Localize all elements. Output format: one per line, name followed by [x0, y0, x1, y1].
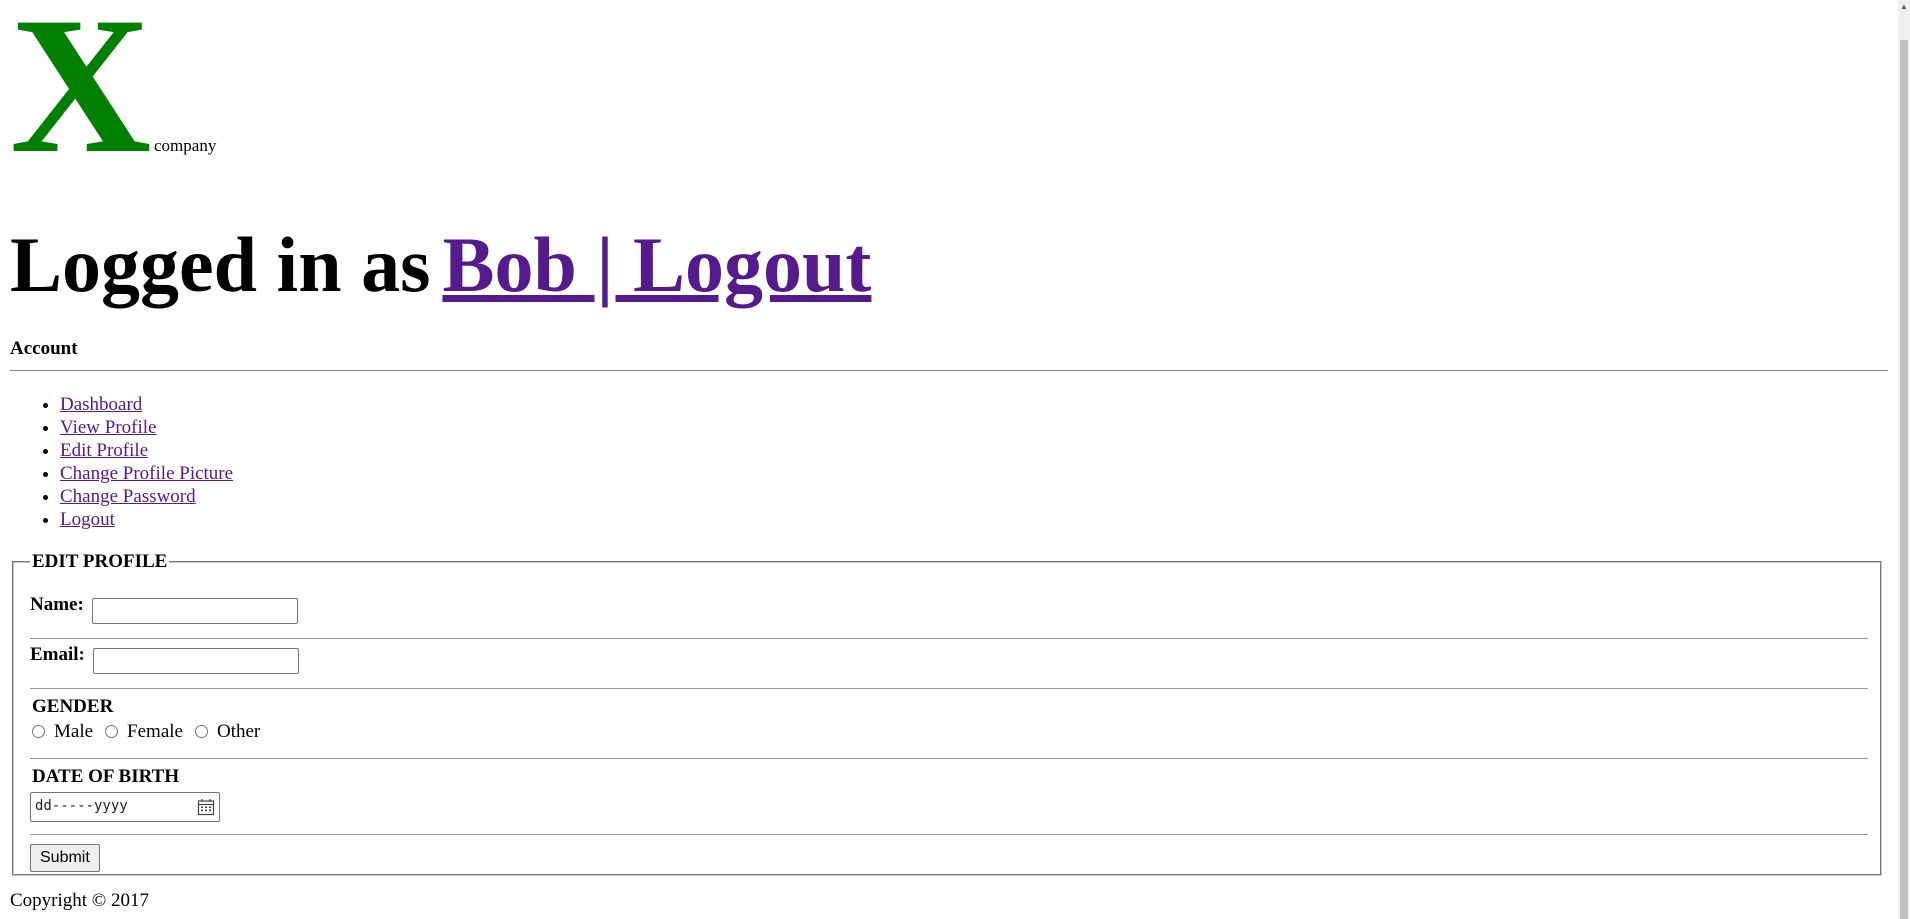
logged-in-prefix: Logged in as	[10, 221, 431, 308]
nav-item-change-password: Change Password	[60, 485, 233, 508]
logged-in-heading: Logged in as Bob | Logout	[10, 220, 871, 310]
dob-placeholder: dd-----yyyy	[35, 798, 128, 814]
scroll-up-arrow-icon[interactable]: ▲	[1900, 2, 1908, 12]
nav-link-dashboard[interactable]: Dashboard	[60, 394, 142, 415]
user-logout-link[interactable]: Bob | Logout	[442, 221, 871, 308]
vertical-scrollbar[interactable]: ▲	[1898, 0, 1910, 919]
gender-radio-other[interactable]	[194, 724, 208, 738]
name-label: Name:	[30, 594, 84, 615]
gender-radio-male[interactable]	[32, 724, 45, 738]
gender-options: Male Female Other	[32, 721, 272, 743]
name-input[interactable]	[92, 598, 298, 624]
nav-item-edit-profile: Edit Profile	[60, 439, 233, 462]
dob-date-input[interactable]: dd-----yyyy	[30, 792, 220, 822]
divider	[30, 834, 1868, 835]
email-row: Email:	[30, 644, 85, 666]
nav-item-logout: Logout	[60, 508, 233, 531]
nav-link-change-profile-picture[interactable]: Change Profile Picture	[60, 463, 233, 484]
account-nav: Dashboard View Profile Edit Profile Chan…	[10, 393, 233, 531]
calendar-icon[interactable]	[197, 798, 215, 816]
divider	[30, 688, 1868, 689]
gender-label-other: Other	[216, 721, 261, 742]
divider	[10, 370, 1888, 371]
gender-label-male: Male	[54, 721, 94, 742]
account-title: Account	[10, 338, 78, 359]
submit-button[interactable]: Submit	[30, 844, 100, 872]
gender-heading: GENDER	[32, 696, 114, 717]
gender-label-female: Female	[127, 721, 183, 742]
logo-subtext: company	[154, 136, 217, 155]
edit-profile-fieldset: EDIT PROFILE Name: Email: GENDER Male Fe…	[12, 552, 1882, 876]
email-label: Email:	[30, 644, 85, 665]
logo-letter: X	[10, 0, 152, 194]
nav-link-edit-profile[interactable]: Edit Profile	[60, 440, 148, 461]
divider	[30, 758, 1868, 759]
name-row: Name:	[30, 594, 84, 616]
nav-link-change-password[interactable]: Change Password	[60, 486, 196, 507]
gender-radio-female[interactable]	[105, 724, 119, 738]
nav-item-view-profile: View Profile	[60, 416, 233, 439]
dob-heading: DATE OF BIRTH	[32, 766, 180, 787]
edit-profile-legend: EDIT PROFILE	[32, 551, 168, 572]
scrollbar-thumb[interactable]	[1900, 40, 1908, 919]
nav-link-logout[interactable]: Logout	[60, 509, 115, 530]
nav-link-view-profile[interactable]: View Profile	[60, 417, 156, 438]
copyright-text: Copyright © 2017	[10, 890, 149, 911]
email-input[interactable]	[93, 648, 299, 674]
divider	[30, 638, 1868, 639]
nav-item-change-profile-picture: Change Profile Picture	[60, 462, 233, 485]
nav-item-dashboard: Dashboard	[60, 393, 233, 416]
